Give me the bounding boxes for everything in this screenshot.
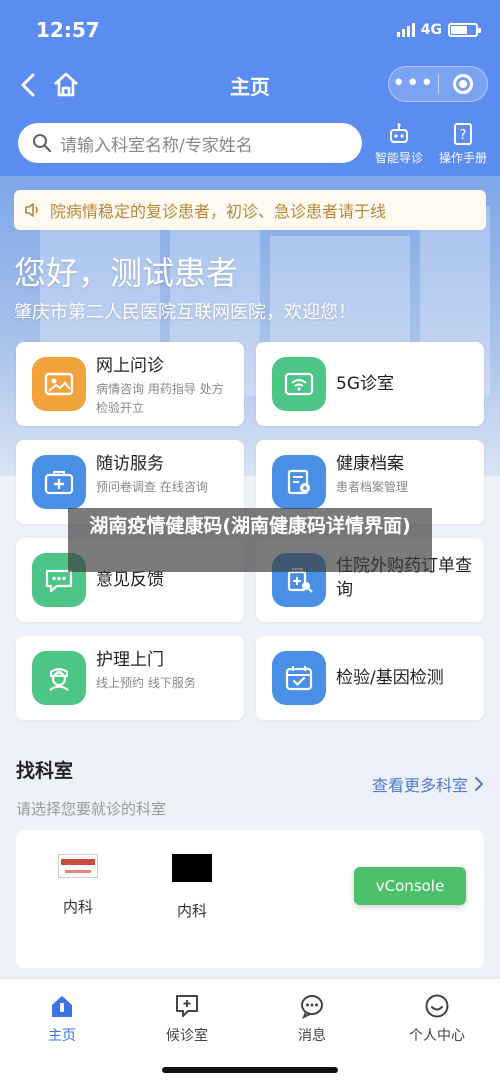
more-departments-link[interactable]: 查看更多科室 <box>372 772 484 796</box>
service-title: 检验/基因检测 <box>336 668 444 688</box>
home-indicator <box>162 1067 338 1073</box>
department-name: 内科 <box>176 902 207 920</box>
help-doc-icon: ? <box>454 123 472 145</box>
department-section-desc: 请选择您要就诊的科室 <box>16 800 167 818</box>
department-name: 内科 <box>62 898 93 916</box>
service-card-5g-clinic[interactable]: 5G诊室 <box>256 342 484 426</box>
image-card-icon <box>32 357 86 411</box>
tab-messages[interactable]: 消息 <box>262 993 362 1045</box>
department-image <box>172 854 212 882</box>
service-title: 护理上门 <box>96 650 164 670</box>
welcome-text: 肇庆市第二人民医院互联网医院，欢迎您！ <box>14 302 356 323</box>
service-card-home-nursing[interactable]: 护理上门 线上预约 线下服务 <box>16 636 244 720</box>
service-subtitle: 线上预约 线下服务 <box>96 676 196 690</box>
nav-bar: 主页 ••• <box>0 60 500 110</box>
service-subtitle: 病情咨询 用药指导 处方 检验开立 <box>96 382 224 415</box>
notice-text: 院病情稳定的复诊患者，初诊、急诊患者请于线 <box>50 202 387 221</box>
signal-icon <box>396 23 415 37</box>
service-title: 健康档案 <box>336 454 404 474</box>
calendar-check-icon <box>272 651 326 705</box>
close-button[interactable] <box>439 74 488 94</box>
manual-label: 操作手册 <box>438 151 487 165</box>
vconsole-button[interactable]: vConsole <box>354 867 466 905</box>
battery-icon <box>448 23 481 37</box>
service-card-online-consult[interactable]: 网上问诊 病情咨询 用药指导 处方 检验开立 <box>16 342 244 426</box>
greeting-text: 您好，测试患者 <box>14 254 239 292</box>
chevron-right-icon <box>475 777 484 791</box>
bottom-tab-bar: 主页 候诊室 消息 个人中心 <box>0 978 500 1082</box>
tab-waiting-room[interactable]: 候诊室 <box>137 993 237 1045</box>
search-icon <box>33 134 52 153</box>
profile-icon <box>425 994 449 1018</box>
notice-bar[interactable]: 院病情稳定的复诊患者，初诊、急诊患者请于线 <box>14 190 486 230</box>
service-title: 网上问诊 <box>96 356 164 376</box>
service-subtitle: 患者档案管理 <box>336 480 409 494</box>
health-record-icon <box>272 455 326 509</box>
tab-label: 主页 <box>48 1028 76 1044</box>
search-input[interactable]: 请输入科室名称/专家姓名 <box>18 123 362 163</box>
service-card-lab-test[interactable]: 检验/基因检测 <box>256 636 484 720</box>
robot-icon <box>390 123 408 143</box>
service-title: 随访服务 <box>96 454 164 474</box>
network-label: 4G <box>420 22 442 38</box>
department-section-title: 找科室 <box>16 760 74 782</box>
tab-label: 个人中心 <box>409 1028 465 1044</box>
speaker-icon <box>25 203 38 217</box>
status-bar: 12:57 4G <box>0 0 500 60</box>
mini-program-capsule: ••• <box>388 66 488 102</box>
department-item[interactable]: 内科 <box>38 854 118 917</box>
close-target-icon <box>452 74 473 94</box>
smart-guide-label: 智能导诊 <box>374 151 423 165</box>
waiting-room-icon <box>176 995 198 1017</box>
search-placeholder: 请输入科室名称/专家姓名 <box>60 135 253 156</box>
home-icon <box>52 996 72 1017</box>
medical-kit-icon <box>32 455 86 509</box>
nurse-icon <box>32 651 86 705</box>
service-title: 5G诊室 <box>336 374 394 394</box>
home-outline-icon[interactable] <box>50 69 82 101</box>
more-menu-button[interactable]: ••• <box>389 66 438 102</box>
message-icon <box>301 995 323 1019</box>
tab-profile[interactable]: 个人中心 <box>387 993 487 1045</box>
department-item[interactable]: 内科 <box>152 854 232 921</box>
back-arrow-icon[interactable] <box>14 70 44 100</box>
search-bar: 请输入科室名称/专家姓名 智能导诊 ? 操作手册 <box>0 110 500 176</box>
tab-home[interactable]: 主页 <box>12 993 112 1045</box>
service-subtitle: 预问卷调查 在线咨询 <box>96 480 208 494</box>
wifi-icon <box>272 357 326 411</box>
tab-label: 候诊室 <box>166 1028 208 1044</box>
smart-guide-button[interactable]: 智能导诊 <box>368 122 430 166</box>
department-image <box>58 854 98 878</box>
svg-text:?: ? <box>460 128 467 143</box>
watermark-caption: 湖南疫情健康码(湖南健康码详情界面) <box>68 508 432 572</box>
tab-label: 消息 <box>298 1028 326 1044</box>
manual-button[interactable]: ? 操作手册 <box>432 122 494 166</box>
more-departments-label: 查看更多科室 <box>371 776 468 795</box>
status-time: 12:57 <box>36 18 100 42</box>
status-indicators: 4G <box>396 22 481 38</box>
